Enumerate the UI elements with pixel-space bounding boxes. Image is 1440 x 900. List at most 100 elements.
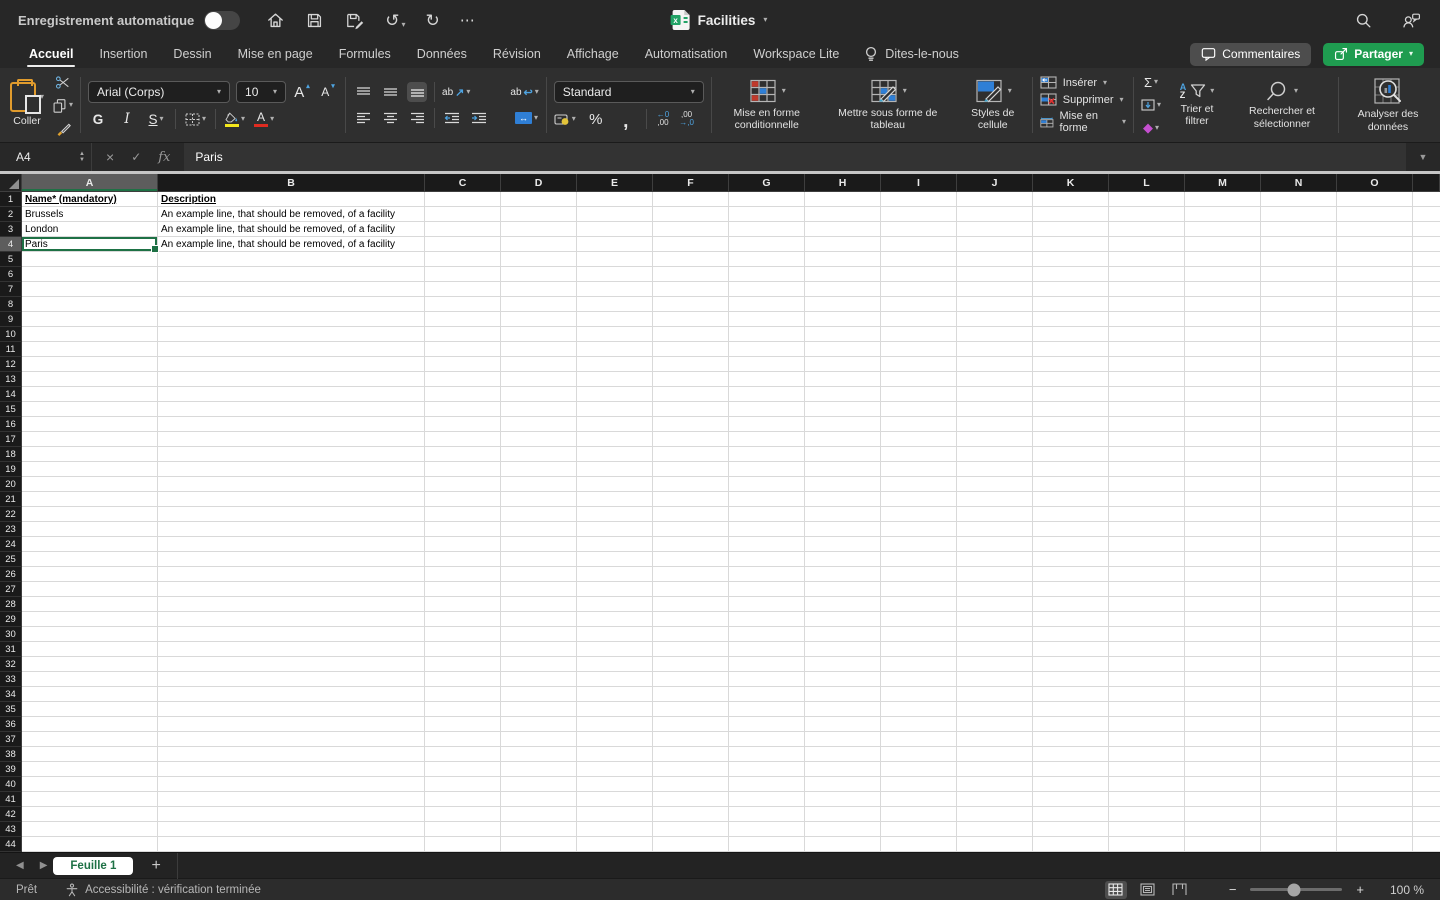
conditional-formatting-button[interactable]: ▾ Mise en forme conditionnelle <box>719 79 815 132</box>
align-middle-button[interactable] <box>380 82 400 102</box>
cell-L18[interactable] <box>1109 447 1185 462</box>
borders-button[interactable]: ▾ <box>185 109 206 129</box>
cell-F40[interactable] <box>653 777 729 792</box>
cell-I44[interactable] <box>881 837 957 852</box>
cell-O12[interactable] <box>1337 357 1413 372</box>
cell-C25[interactable] <box>425 552 501 567</box>
cell-B41[interactable] <box>158 792 425 807</box>
cell-H2[interactable] <box>805 207 881 222</box>
row-header-40[interactable]: 40 <box>0 777 22 792</box>
cell-L10[interactable] <box>1109 327 1185 342</box>
cell-N7[interactable] <box>1261 282 1337 297</box>
cell-I43[interactable] <box>881 822 957 837</box>
cell-J6[interactable] <box>957 267 1033 282</box>
cell-G11[interactable] <box>729 342 805 357</box>
cell-D10[interactable] <box>501 327 577 342</box>
analyze-data-button[interactable]: Analyser des données <box>1346 77 1430 133</box>
cell-E19[interactable] <box>577 462 653 477</box>
cell-C22[interactable] <box>425 507 501 522</box>
cell-K2[interactable] <box>1033 207 1109 222</box>
cell-H27[interactable] <box>805 582 881 597</box>
cell-E13[interactable] <box>577 372 653 387</box>
cell-F25[interactable] <box>653 552 729 567</box>
cell-A24[interactable] <box>22 537 158 552</box>
cell-N29[interactable] <box>1261 612 1337 627</box>
row-header-28[interactable]: 28 <box>0 597 22 612</box>
cell-C8[interactable] <box>425 297 501 312</box>
cell-J35[interactable] <box>957 702 1033 717</box>
cell-D32[interactable] <box>501 657 577 672</box>
cell-K7[interactable] <box>1033 282 1109 297</box>
cell-C38[interactable] <box>425 747 501 762</box>
cell-A7[interactable] <box>22 282 158 297</box>
cancel-entry-icon[interactable]: × <box>106 149 114 165</box>
cell-I9[interactable] <box>881 312 957 327</box>
cell-B30[interactable] <box>158 627 425 642</box>
column-header-N[interactable]: N <box>1261 174 1337 192</box>
cell-E37[interactable] <box>577 732 653 747</box>
cell-C37[interactable] <box>425 732 501 747</box>
cell-E32[interactable] <box>577 657 653 672</box>
cell-K23[interactable] <box>1033 522 1109 537</box>
cell-C20[interactable] <box>425 477 501 492</box>
cell-F22[interactable] <box>653 507 729 522</box>
cell-L11[interactable] <box>1109 342 1185 357</box>
cell-B27[interactable] <box>158 582 425 597</box>
cell-I31[interactable] <box>881 642 957 657</box>
cell-E29[interactable] <box>577 612 653 627</box>
normal-view-button[interactable] <box>1104 880 1127 899</box>
cell-I25[interactable] <box>881 552 957 567</box>
cell-M44[interactable] <box>1185 837 1261 852</box>
cell-C14[interactable] <box>425 387 501 402</box>
cell-K41[interactable] <box>1033 792 1109 807</box>
cell-F33[interactable] <box>653 672 729 687</box>
cell-M1[interactable] <box>1185 192 1261 207</box>
cell-L12[interactable] <box>1109 357 1185 372</box>
share-chevron-icon[interactable]: ▾ <box>1409 50 1413 58</box>
cell-O3[interactable] <box>1337 222 1413 237</box>
increase-indent-button[interactable] <box>469 108 489 128</box>
cell-M3[interactable] <box>1185 222 1261 237</box>
cell-H39[interactable] <box>805 762 881 777</box>
cell-N12[interactable] <box>1261 357 1337 372</box>
cell-H9[interactable] <box>805 312 881 327</box>
cell-E2[interactable] <box>577 207 653 222</box>
align-right-button[interactable] <box>407 108 427 128</box>
format-table-chevron-icon[interactable]: ▾ <box>903 87 907 95</box>
cell-O36[interactable] <box>1337 717 1413 732</box>
cell-J5[interactable] <box>957 252 1033 267</box>
cell-D40[interactable] <box>501 777 577 792</box>
cell-B14[interactable] <box>158 387 425 402</box>
row-header-18[interactable]: 18 <box>0 447 22 462</box>
cell-J19[interactable] <box>957 462 1033 477</box>
undo-chevron-icon[interactable]: ▾ <box>402 20 406 29</box>
cell-E15[interactable] <box>577 402 653 417</box>
cell-G38[interactable] <box>729 747 805 762</box>
cell-O44[interactable] <box>1337 837 1413 852</box>
cell-L25[interactable] <box>1109 552 1185 567</box>
document-title-area[interactable]: x Facilities ▾ <box>670 0 767 40</box>
cell-O29[interactable] <box>1337 612 1413 627</box>
share-button[interactable]: Partager ▾ <box>1323 42 1424 66</box>
cell-I36[interactable] <box>881 717 957 732</box>
cell-H15[interactable] <box>805 402 881 417</box>
cell-O17[interactable] <box>1337 432 1413 447</box>
cell-L35[interactable] <box>1109 702 1185 717</box>
cell-A43[interactable] <box>22 822 158 837</box>
title-chevron-icon[interactable]: ▾ <box>763 16 767 24</box>
cell-G9[interactable] <box>729 312 805 327</box>
cell-F14[interactable] <box>653 387 729 402</box>
cell-H29[interactable] <box>805 612 881 627</box>
cell-J27[interactable] <box>957 582 1033 597</box>
cell-C40[interactable] <box>425 777 501 792</box>
cell-C13[interactable] <box>425 372 501 387</box>
cell-F26[interactable] <box>653 567 729 582</box>
cell-O20[interactable] <box>1337 477 1413 492</box>
copy-button[interactable]: ▾ <box>52 95 73 115</box>
cell-H16[interactable] <box>805 417 881 432</box>
cell-E33[interactable] <box>577 672 653 687</box>
cell-F3[interactable] <box>653 222 729 237</box>
cell-B44[interactable] <box>158 837 425 852</box>
cell-J39[interactable] <box>957 762 1033 777</box>
cell-D26[interactable] <box>501 567 577 582</box>
